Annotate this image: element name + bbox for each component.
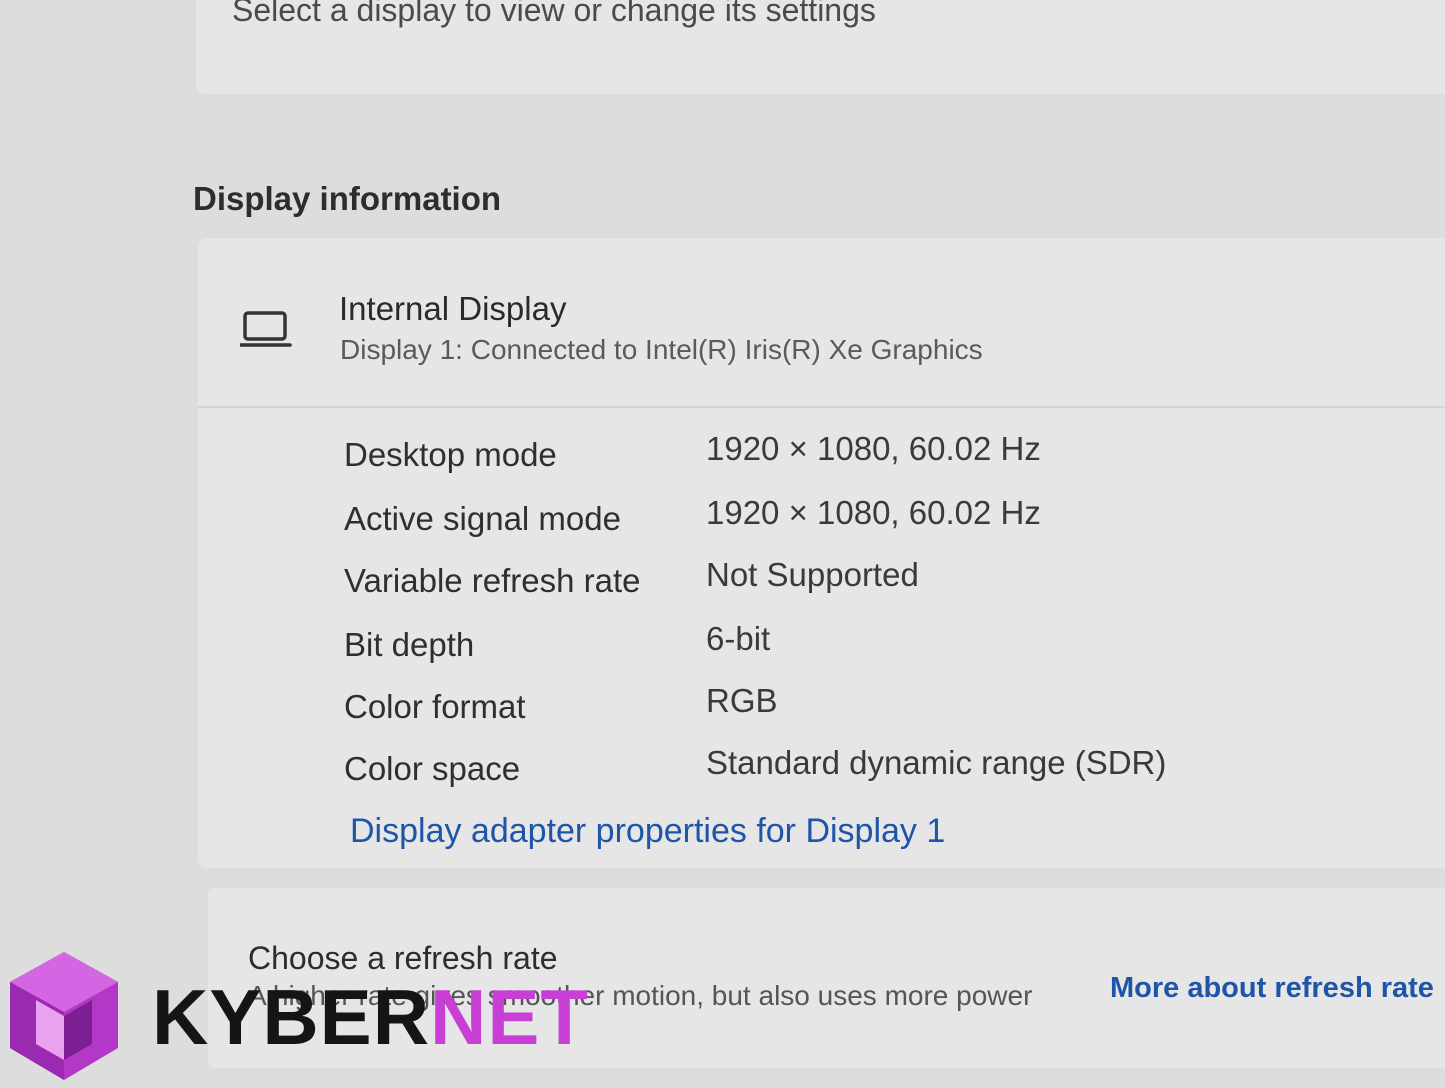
info-row-bit-depth: Bit depth 6-bit [344, 620, 1344, 676]
select-display-card[interactable]: Select a display to view or change its s… [196, 0, 1445, 94]
watermark: KYBERNET [0, 944, 588, 1088]
display-subtitle: Display 1: Connected to Intel(R) Iris(R)… [340, 334, 983, 365]
info-row-desktop-mode: Desktop mode 1920 × 1080, 60.02 Hz [344, 430, 1344, 486]
info-label: Color space [344, 750, 521, 787]
info-value: 6-bit [706, 620, 771, 657]
info-value: 1920 × 1080, 60.02 Hz [706, 430, 1041, 467]
info-label: Color format [344, 688, 526, 725]
kybernet-logo-icon [10, 952, 118, 1080]
watermark-text-kyber: KYBER [152, 973, 431, 1061]
select-display-text: Select a display to view or change its s… [232, 0, 876, 28]
info-row-color-format: Color format RGB [344, 682, 1344, 738]
more-about-refresh-rate-link[interactable]: More about refresh rate [1110, 972, 1434, 1005]
display-name: Internal Display [339, 290, 567, 327]
info-row-color-space: Color space Standard dynamic range (SDR) [344, 744, 1344, 800]
info-label: Variable refresh rate [344, 562, 641, 599]
info-row-active-signal-mode: Active signal mode 1920 × 1080, 60.02 Hz [344, 494, 1344, 550]
info-value: Standard dynamic range (SDR) [706, 744, 1167, 781]
info-value: 1920 × 1080, 60.02 Hz [706, 494, 1041, 531]
info-label: Bit depth [344, 626, 475, 663]
display-info-card: Internal Display Display 1: Connected to… [198, 238, 1445, 868]
info-value: Not Supported [706, 556, 919, 593]
info-row-variable-refresh-rate: Variable refresh rate Not Supported [344, 556, 1344, 612]
info-label: Desktop mode [344, 436, 557, 473]
section-title: Display information [193, 180, 502, 217]
laptop-icon [240, 311, 292, 347]
watermark-text-net: NET [430, 973, 590, 1061]
info-label: Active signal mode [344, 500, 621, 537]
display-header[interactable]: Internal Display Display 1: Connected to… [198, 238, 1445, 408]
info-value: RGB [706, 682, 778, 719]
watermark-text: KYBERNET [152, 972, 589, 1063]
display-adapter-properties-link[interactable]: Display adapter properties for Display 1 [350, 812, 945, 851]
